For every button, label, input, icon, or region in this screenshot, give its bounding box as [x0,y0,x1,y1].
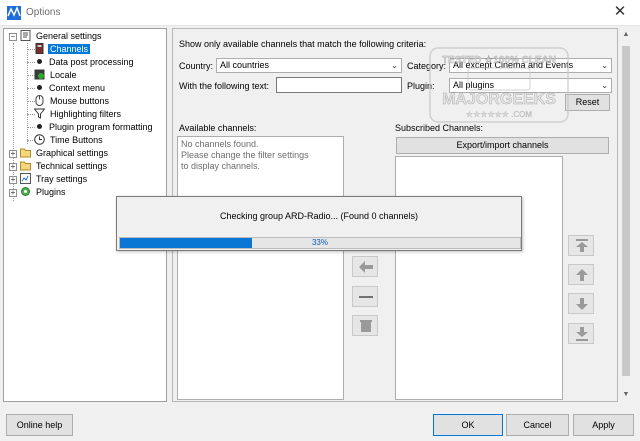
tree-connector [27,43,28,144]
tree-item-tray-settings[interactable]: Tray settings [20,173,89,186]
arrow-top-icon [576,239,588,252]
text-filter-label: With the following text: [179,81,270,91]
progress-dialog: Checking group ARD-Radio... (Found 0 cha… [116,196,522,251]
subscribed-channels-label: Subscribed Channels: [395,123,484,133]
move-up-button[interactable] [568,264,594,285]
country-label: Country: [179,61,214,71]
tree-item-graphical-settings[interactable]: Graphical settings [20,147,110,160]
tree-item-data-post-processing[interactable]: Data post processing [34,56,136,69]
arrow-down-icon [576,298,588,310]
vertical-scrollbar[interactable]: ▲ ▼ [619,28,633,402]
delete-button[interactable] [352,315,378,336]
scroll-thumb[interactable] [622,46,630,376]
channels-icon [35,43,44,54]
close-button[interactable]: ✕ [600,0,640,26]
remove-button[interactable] [352,286,378,307]
cancel-button[interactable]: Cancel [506,414,569,436]
tray-icon [20,173,31,184]
app-logo-icon [7,6,21,20]
tree-item-mouse-buttons[interactable]: Mouse buttons [34,95,111,108]
chevron-down-icon: ⌄ [601,61,608,70]
tree-item-plugins[interactable]: Plugins [20,186,68,199]
arrow-up-icon [576,269,588,281]
filter-icon [34,108,45,119]
folder-icon [20,161,31,171]
bullet-icon [37,124,42,129]
text-filter-input[interactable] [276,77,402,93]
country-select[interactable]: All countries ⌄ [216,58,402,73]
folder-icon [20,148,31,158]
arrow-bottom-icon [576,327,588,341]
move-left-button[interactable] [352,256,378,277]
tree-item-highlighting-filters[interactable]: Highlighting filters [34,108,123,121]
mouse-icon [35,95,44,106]
arrow-left-icon [359,261,373,273]
ok-button[interactable]: OK [433,414,503,436]
majorgeeks-watermark: TESTED ★100% CLEAN MAJORGEEKS ★★★★★★ .CO… [428,46,570,124]
minus-icon [359,296,373,298]
empty-message-line: Please change the filter settings [181,150,309,160]
window-title: Options [26,7,61,18]
chevron-down-icon: ⌄ [391,61,398,70]
bullet-icon [37,85,42,90]
export-import-channels-button[interactable]: Export/import channels [396,137,609,154]
progress-bar: 33% [119,237,521,249]
online-help-button[interactable]: Online help [6,414,73,436]
scroll-down-icon[interactable]: ▼ [619,388,633,402]
tree-item-time-buttons[interactable]: Time Buttons [34,134,105,147]
expand-expander[interactable]: + [9,189,17,197]
progress-percent: 33% [311,238,328,247]
title-bar: Options ✕ [0,0,640,26]
scroll-up-icon[interactable]: ▲ [619,28,633,42]
move-down-button[interactable] [568,293,594,314]
tree-item-channels[interactable]: Channels [34,43,91,56]
available-channels-list[interactable]: No channels found. Please change the fil… [177,136,344,400]
progress-message: Checking group ARD-Radio... (Found 0 cha… [219,211,419,221]
bullet-icon [37,59,42,64]
tree-item-technical-settings[interactable]: Technical settings [20,160,109,173]
watermark-seal: TESTED ★100% CLEAN MAJORGEEKS ★★★★★★ .CO… [429,47,569,123]
reset-button[interactable]: Reset [565,94,610,111]
chevron-down-icon: ⌄ [601,81,608,90]
apply-button[interactable]: Apply [573,414,634,436]
plugin-icon [21,187,30,196]
move-top-button[interactable] [568,235,594,256]
tree-item-context-menu[interactable]: Context menu [34,82,107,95]
svg-text:★★★★★★ .COM: ★★★★★★ .COM [466,110,532,119]
locale-icon [34,69,45,80]
expand-expander[interactable]: + [9,150,17,158]
empty-message-line: No channels found. [181,139,259,149]
svg-text:MAJORGEEKS: MAJORGEEKS [442,91,556,108]
tree-item-general-settings[interactable]: General settings [20,30,104,43]
empty-message-line: to display channels. [181,161,261,171]
collapse-expander[interactable]: − [9,33,17,41]
available-channels-label: Available channels: [179,123,257,133]
trash-icon [360,320,372,332]
expand-expander[interactable]: + [9,176,17,184]
clock-icon [34,134,45,145]
settings-doc-icon [20,30,31,41]
svg-text:TESTED ★100% CLEAN: TESTED ★100% CLEAN [442,55,556,66]
tree-item-locale[interactable]: Locale [34,69,79,82]
move-bottom-button[interactable] [568,323,594,344]
footer-bar: Online help OK Cancel Apply [0,406,640,441]
filter-heading: Show only available channels that match … [179,39,427,49]
tree-item-plugin-program-formatting[interactable]: Plugin program formatting [34,121,155,134]
expand-expander[interactable]: + [9,163,17,171]
subscribed-channels-list[interactable] [395,156,563,400]
